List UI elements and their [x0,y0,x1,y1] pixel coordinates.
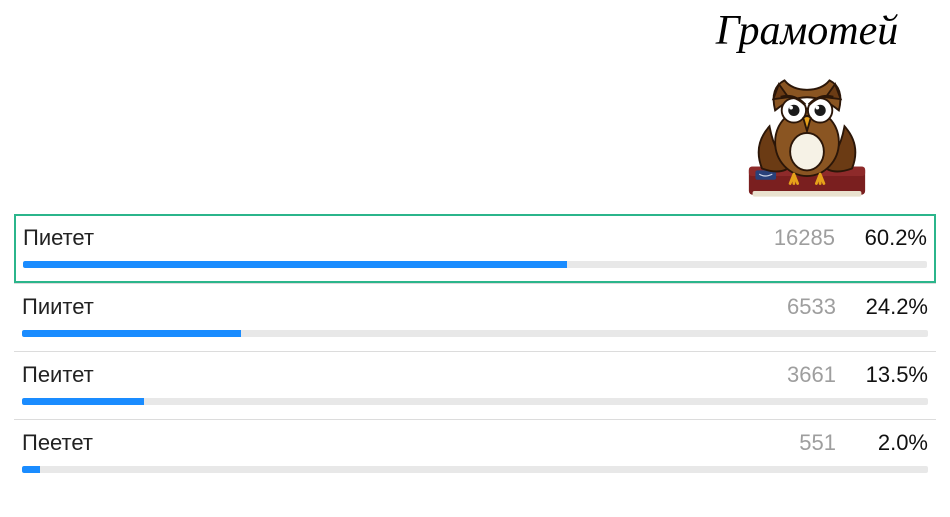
option-label: Пиетет [23,225,743,251]
page-root: Грамотей [0,0,950,517]
option-count: 551 [756,430,836,456]
progress-track [22,330,928,337]
progress-track [22,466,928,473]
progress-fill [22,330,241,337]
option-count: 6533 [756,294,836,320]
progress-fill [22,398,144,405]
poll-results: Пиетет 16285 60.2% Пиитет 6533 24.2% Пеи… [14,214,936,487]
option-percent: 2.0% [848,430,928,456]
progress-track [22,398,928,405]
progress-fill [22,466,40,473]
poll-option-row: Пеитет 3661 13.5% [22,362,928,388]
progress-track [23,261,927,268]
poll-option[interactable]: Пеетет 551 2.0% [14,419,936,487]
site-header: Грамотей [682,8,932,206]
option-label: Пеетет [22,430,744,456]
progress-fill [23,261,567,268]
poll-option[interactable]: Пиетет 16285 60.2% [14,214,936,283]
option-percent: 13.5% [848,362,928,388]
poll-option-row: Пиетет 16285 60.2% [23,225,927,251]
option-percent: 24.2% [848,294,928,320]
option-count: 3661 [756,362,836,388]
poll-option-row: Пиитет 6533 24.2% [22,294,928,320]
option-percent: 60.2% [847,225,927,251]
owl-on-book-icon [732,56,882,206]
poll-option-row: Пеетет 551 2.0% [22,430,928,456]
option-label: Пиитет [22,294,744,320]
option-count: 16285 [755,225,835,251]
option-label: Пеитет [22,362,744,388]
site-title: Грамотей [682,8,932,54]
poll-option[interactable]: Пиитет 6533 24.2% [14,283,936,351]
poll-option[interactable]: Пеитет 3661 13.5% [14,351,936,419]
